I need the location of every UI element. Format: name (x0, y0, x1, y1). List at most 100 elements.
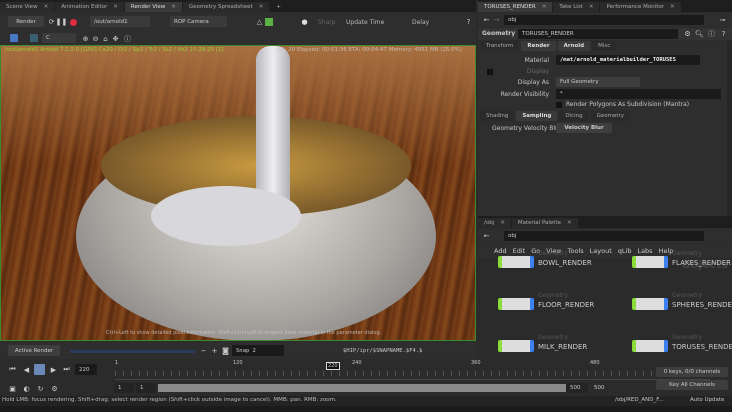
tab-sampling[interactable]: Sampling (516, 111, 558, 121)
plus-icon[interactable]: + (210, 346, 219, 355)
triangle-icon[interactable]: △ (255, 17, 264, 26)
close-icon[interactable]: ✕ (171, 4, 176, 10)
audio-icon[interactable]: ◐ (22, 384, 31, 393)
render-toolbar: Render ⟳ ❚❚ /out/arnold1 ROP Camera △ ● … (0, 13, 476, 31)
zoom-out-icon[interactable]: ⊖ (91, 34, 100, 43)
tab-parameters[interactable]: TORUSES_RENDER ✕ (478, 2, 553, 12)
tab-geometry-spreadsheet[interactable]: Geometry Spreadsheet ✕ (182, 2, 270, 12)
last-frame-icon[interactable]: ⏭ (62, 365, 71, 374)
stop-icon[interactable] (34, 364, 45, 375)
key-all-channels-button[interactable]: Key All Channels (656, 380, 728, 390)
end-frame-field-2[interactable]: 500 (590, 383, 612, 393)
channel-select[interactable]: C (42, 33, 76, 43)
back-icon[interactable]: ← (482, 231, 491, 240)
rop-path-field[interactable]: /out/arnold1 (90, 16, 150, 27)
color-correction-icon[interactable] (265, 18, 273, 26)
start-frame-field[interactable]: 1 (114, 383, 134, 393)
sharp-select[interactable]: Sharp (318, 19, 336, 26)
tab-material-palette[interactable]: Material Palette ✕ (511, 218, 578, 228)
keys-channels-button[interactable]: 0 keys, 0/0 channels (656, 367, 728, 377)
tab-shading[interactable]: Shading (480, 111, 515, 121)
realtime-icon[interactable]: ▣ (8, 384, 17, 393)
display-icon[interactable] (30, 34, 38, 42)
snap-name-field[interactable]: Snap 2 (232, 345, 284, 356)
render-visibility-field[interactable]: * (556, 89, 721, 99)
help-icon[interactable]: ? (464, 17, 473, 26)
display-checkbox[interactable] (487, 69, 493, 75)
camera-snapshot-icon[interactable]: ◙ (221, 346, 230, 355)
camera-select[interactable]: ROP Camera (170, 16, 227, 27)
fit-icon[interactable]: ✥ (111, 34, 120, 43)
tab-obj[interactable]: /obj ✕ (478, 218, 511, 228)
snapshot-slider[interactable] (70, 350, 195, 353)
tab-animation-editor[interactable]: Animation Editor ✕ (55, 2, 124, 12)
close-icon[interactable]: ✕ (44, 4, 49, 10)
tab-geometry[interactable]: Geometry (590, 111, 631, 121)
settings-icon[interactable]: ⚙ (50, 384, 59, 393)
tab-arnold[interactable]: Arnold (557, 41, 591, 51)
tab-misc[interactable]: Misc (592, 41, 617, 51)
frame-marker[interactable]: 220 (326, 362, 340, 370)
render-button[interactable]: Render (8, 16, 44, 27)
close-icon[interactable]: ✕ (589, 4, 594, 10)
pin-icon[interactable]: ⊸ (718, 15, 727, 24)
tab-scene-view[interactable]: Scene View ✕ (0, 2, 55, 12)
refresh-icon[interactable]: ⟳ (47, 17, 56, 26)
tab-transform[interactable]: Transform (480, 41, 520, 51)
play-icon[interactable]: ▶ (49, 365, 58, 374)
zoom-in-icon[interactable]: ⊕ (81, 34, 90, 43)
tab-render-view[interactable]: Render View ✕ (124, 2, 182, 12)
gear-icon[interactable]: ⚙ (683, 29, 692, 38)
search-icon[interactable]: 🔍︎ (695, 29, 704, 38)
tab-performance-monitor[interactable]: Performance Monitor ✕ (600, 2, 681, 12)
step-back-icon[interactable]: ◀ (22, 365, 31, 374)
add-tab-icon[interactable]: + (270, 2, 287, 12)
tab-render[interactable]: Render (521, 41, 556, 51)
delay-field[interactable]: Delay (412, 19, 429, 26)
info-icon[interactable]: ⓘ (123, 34, 132, 43)
close-icon[interactable]: ✕ (542, 4, 547, 10)
loop-icon[interactable]: ↻ (36, 384, 45, 393)
info-icon[interactable]: ⓘ (707, 29, 716, 38)
close-icon[interactable]: ✕ (113, 4, 118, 10)
close-icon[interactable]: ✕ (500, 220, 505, 226)
minus-icon[interactable]: − (199, 346, 208, 355)
auto-update-select[interactable]: Auto Update (690, 397, 724, 403)
velocity-blur-select[interactable]: Velocity Blur (556, 123, 612, 133)
node-spheres-render[interactable]: Geometry SPHERES_RENDER (612, 288, 732, 318)
param-scrollbar[interactable] (727, 41, 732, 216)
node-flakes-render[interactable]: Geometry FLAKES_RENDER (612, 246, 732, 276)
tab-dicing[interactable]: Dicing (559, 111, 589, 121)
snap-path-field[interactable]: $HIP/ipr/$SNAPNAME.$F4.$ (343, 348, 422, 354)
network-editor[interactable]: Objects Geometry BOWL_RENDER Geometry FLAK… (478, 250, 732, 360)
display-as-select[interactable]: Full Geometry (556, 77, 640, 87)
close-icon[interactable]: ✕ (259, 4, 264, 10)
stop-render-icon[interactable] (70, 19, 77, 26)
region-icon[interactable] (10, 34, 18, 42)
first-frame-icon[interactable]: ⏮ (8, 365, 17, 374)
close-icon[interactable]: ✕ (670, 4, 675, 10)
current-frame-field[interactable]: 220 (75, 364, 97, 375)
help-icon[interactable]: ? (719, 29, 728, 38)
network-path-field[interactable]: obj (504, 231, 704, 241)
start-frame-field-2[interactable]: 1 (136, 383, 156, 393)
update-time-select[interactable]: Update Time (346, 19, 384, 26)
forward-icon[interactable]: → (492, 15, 501, 24)
render-viewport[interactable]: /out/arnold1 Arnold 7.1.2.0 [GPU] Ca20 /… (0, 45, 476, 341)
timeline-ruler[interactable]: 1 120 240 360 480 220 (115, 359, 710, 380)
end-frame-field[interactable]: 500 (566, 383, 588, 393)
node-toruses-render[interactable]: Geometry TORUSES_RENDER (612, 330, 732, 360)
sphere-icon[interactable]: ● (300, 17, 309, 26)
active-render-select[interactable]: Active Render (8, 345, 60, 356)
node-name-field[interactable]: TORUSES_RENDER (518, 29, 678, 39)
pause-icon[interactable]: ❚❚ (56, 17, 68, 26)
tab-take-list[interactable]: Take List ✕ (553, 2, 600, 12)
back-icon[interactable]: ← (482, 15, 491, 24)
current-path[interactable]: /obj/RED_AND_F... (615, 397, 664, 403)
home-icon[interactable]: ⌂ (101, 34, 110, 43)
range-slider[interactable] (158, 384, 566, 392)
close-icon[interactable]: ✕ (567, 220, 572, 226)
material-field[interactable]: /mat/arnold_materialbuilder_TORUSES (556, 55, 700, 65)
path-field[interactable]: obj (504, 15, 704, 25)
subdivision-checkbox[interactable] (556, 102, 562, 108)
